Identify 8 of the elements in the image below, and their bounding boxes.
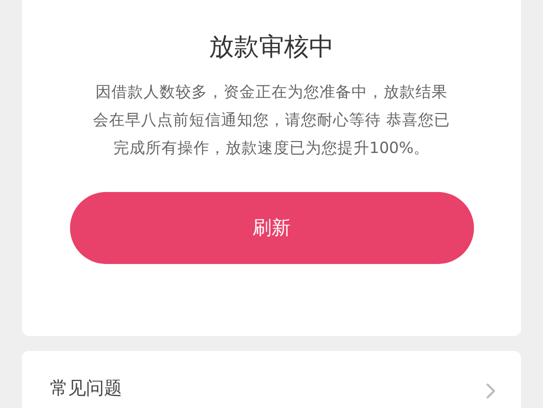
message-text: 会在早八点前短信通知您，请您耐心等待 恭喜您已 (93, 110, 450, 131)
status-title: 放款审核中 (209, 31, 334, 63)
chevron-right-icon (485, 383, 495, 399)
message-text: 因借款人数较多，资金正在为您准备中，放款结果 (94, 82, 448, 103)
faq-row[interactable]: 常见问题 (22, 351, 521, 408)
faq-label: 常见问题 (50, 377, 122, 401)
message-text: 完成所有操作，放款速度已为您提升100%。 (112, 138, 431, 159)
refresh-button[interactable]: 刷新 (70, 192, 474, 264)
